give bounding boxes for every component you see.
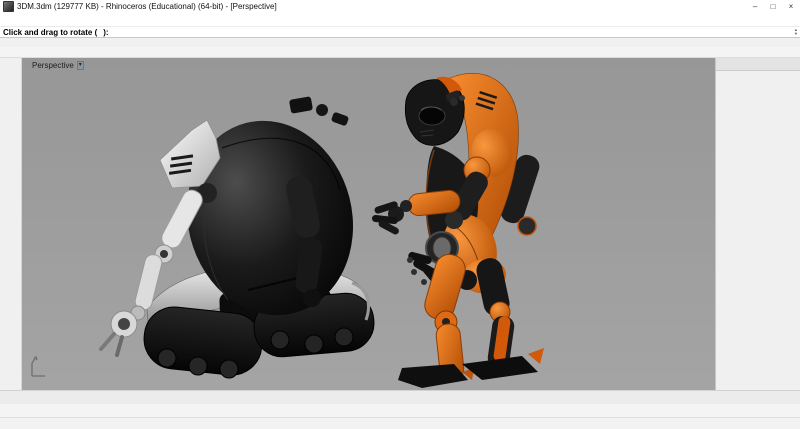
viewport-perspective[interactable]: Perspective ▾ — [22, 58, 715, 390]
window-controls: – □ × — [746, 0, 800, 13]
cplane-axis-icon — [32, 357, 45, 376]
robot-humanoid-orange[interactable] — [372, 73, 544, 388]
panel-tab-bar — [716, 58, 800, 71]
main-area: Perspective ▾ — [0, 58, 800, 390]
viewport-menu-arrow-icon[interactable]: ▾ — [77, 61, 84, 70]
command-prompt-suffix: ): — [103, 28, 108, 37]
minimize-button[interactable]: – — [746, 0, 764, 13]
viewport-title-bar[interactable]: Perspective ▾ — [32, 61, 84, 70]
close-button[interactable]: × — [782, 0, 800, 13]
menu-bar — [0, 13, 800, 26]
command-bar[interactable]: Click and drag to rotate ( ): ▴ ▾ — [0, 26, 800, 38]
viewport-3d-scene[interactable] — [22, 58, 715, 390]
left-toolbar — [0, 58, 22, 390]
spinner-down-icon[interactable]: ▾ — [795, 32, 797, 36]
viewport-title-label: Perspective — [32, 61, 74, 70]
window-title: 3DM.3dm (129777 KB) - Rhinoceros (Educat… — [17, 2, 277, 11]
maximize-button[interactable]: □ — [764, 0, 782, 13]
command-prompt-text: Click and drag to rotate ( — [3, 28, 97, 37]
status-bar — [0, 417, 800, 429]
window-titlebar: 3DM.3dm (129777 KB) - Rhinoceros (Educat… — [0, 0, 800, 13]
rhino-app-icon — [3, 1, 14, 12]
viewport-tabs — [0, 390, 800, 404]
properties-panel — [715, 58, 800, 390]
standard-toolbar — [0, 47, 800, 58]
command-history-spinner[interactable]: ▴ ▾ — [795, 28, 800, 36]
rhino-application-window: 3DM.3dm (129777 KB) - Rhinoceros (Educat… — [0, 0, 800, 429]
panel-body — [716, 71, 800, 390]
toolbar-tab-bar — [0, 38, 800, 47]
robot-tracked[interactable] — [101, 96, 376, 378]
osnap-bar — [0, 404, 800, 417]
